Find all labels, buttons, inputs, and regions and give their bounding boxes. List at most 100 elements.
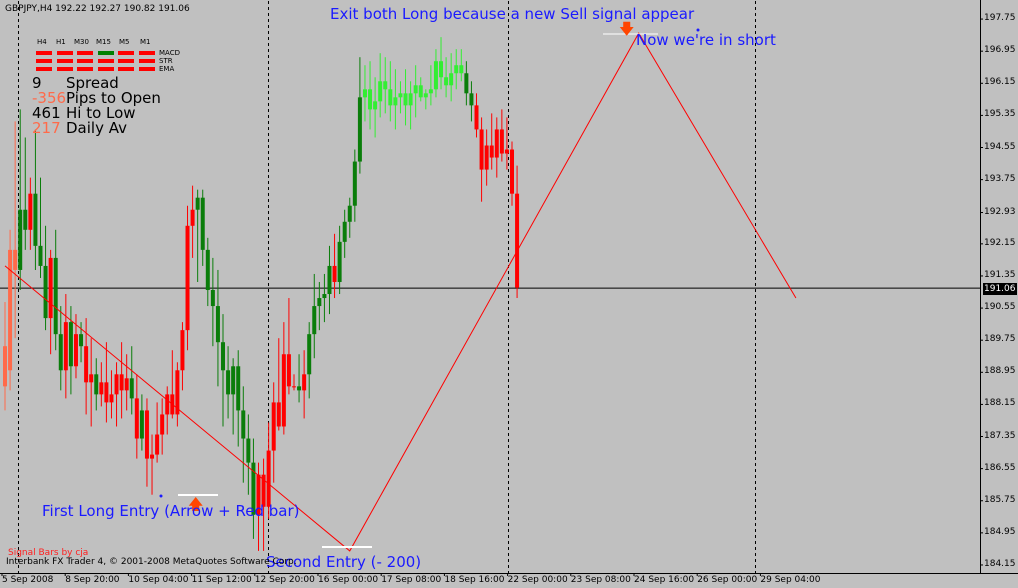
candle-body [439, 61, 444, 78]
candle-body [53, 257, 58, 335]
short-annotation: Now we're in short [636, 31, 776, 49]
candle-body [322, 294, 327, 299]
candle-body [489, 145, 494, 158]
price-tick-label: 196.15 [984, 77, 1016, 88]
candle-body [368, 89, 373, 110]
candle-body [99, 382, 104, 395]
candle-body [109, 394, 114, 403]
candle-body [433, 61, 438, 90]
candle-body [408, 93, 413, 106]
candle-body [378, 81, 383, 102]
price-tick-label: 195.35 [984, 109, 1016, 120]
time-tick-label: 22 Sep 00:00 [507, 575, 568, 585]
candle-body [13, 249, 18, 270]
candle-body [464, 73, 469, 94]
signal-cell [138, 67, 155, 71]
signal-cell [138, 51, 155, 55]
candle-body [373, 101, 378, 110]
markers: 🡅 🡇 [159, 20, 700, 548]
candle-body [342, 221, 347, 242]
signal-cell [97, 67, 114, 71]
candle-body [413, 85, 418, 94]
signal-cell [36, 51, 52, 55]
candle-body [68, 322, 73, 367]
time-tick-label: 5 Sep 2008 [2, 575, 54, 585]
candle-body [271, 402, 276, 451]
candle-body [317, 298, 322, 307]
candle-body [180, 330, 185, 371]
candle-body [195, 197, 200, 210]
time-tick-label: 11 Sep 12:00 [191, 575, 252, 585]
candle-body [215, 306, 220, 343]
candle-body [383, 81, 388, 90]
time-tick-label: 8 Sep 20:00 [65, 575, 120, 585]
price-tick-label: 187.35 [984, 430, 1016, 441]
candle-body [515, 193, 520, 288]
price-tick-label: 194.55 [984, 141, 1016, 152]
time-tick-label: 24 Sep 16:00 [634, 575, 695, 585]
candle-body [291, 386, 296, 388]
candle-body [444, 77, 449, 86]
candle-body [139, 410, 144, 439]
candle-body [428, 89, 433, 94]
symbol-info-line: GBPJPY,H4 192.22 192.27 190.82 191.06 [5, 4, 190, 14]
price-tick-label: 184.15 [984, 558, 1016, 569]
signal-cell [118, 67, 134, 71]
signal-cell [118, 59, 134, 63]
candle-body [84, 346, 89, 383]
candle-body [454, 65, 459, 74]
candle-body [337, 241, 342, 282]
stat-value: 217 [32, 119, 61, 137]
price-tick-label: 189.75 [984, 334, 1016, 345]
candle-body [144, 410, 149, 459]
timeframe-label: H4 [37, 38, 47, 46]
candle-body [221, 342, 226, 371]
price-tick-label: 196.95 [984, 45, 1016, 56]
candle-body [469, 93, 474, 106]
stat-row: 217 Daily Av [32, 119, 127, 137]
candle-body [210, 290, 215, 307]
annotation-dot [159, 494, 163, 498]
signal-cell [36, 59, 52, 63]
price-tick-label: 185.75 [984, 494, 1016, 505]
signal-cell [77, 51, 93, 55]
candle-body [352, 161, 357, 206]
candle-body [28, 193, 33, 230]
candle-body [226, 370, 231, 395]
candle-body [48, 257, 53, 319]
candle-body [94, 374, 99, 395]
candle-body [449, 73, 454, 86]
candle-body [155, 434, 160, 455]
candle-body [246, 438, 251, 463]
candle-body [114, 374, 119, 395]
price-tick-label: 184.95 [984, 526, 1016, 537]
candle-body [119, 374, 124, 391]
candle-body [205, 249, 210, 291]
candle-body [43, 265, 48, 319]
time-tick-label: 23 Sep 08:00 [570, 575, 631, 585]
time-tick-label: 16 Sep 00:00 [318, 575, 379, 585]
candle-body [104, 382, 109, 403]
candle-body [165, 394, 170, 415]
candle-body [129, 378, 134, 399]
time-tick-label: 10 Sep 04:00 [128, 575, 189, 585]
candle-body [236, 366, 241, 411]
candle-body [150, 454, 155, 459]
timeframe-label: M5 [119, 38, 130, 46]
timeframe-label: M15 [96, 38, 111, 46]
timeframe-label: H1 [56, 38, 66, 46]
candle-body [474, 105, 479, 130]
signal-cell [77, 59, 93, 63]
candle-body [504, 149, 509, 154]
timeframe-label: M30 [74, 38, 89, 46]
price-tick-label: 193.75 [984, 173, 1016, 184]
candle-body [200, 197, 205, 250]
candle-body [403, 93, 408, 106]
candle-body [160, 414, 165, 435]
candle-body [327, 265, 332, 295]
price-tick-label: 190.55 [984, 302, 1016, 313]
candle-body [8, 249, 13, 371]
time-tick-label: 29 Sep 04:00 [760, 575, 821, 585]
candle-body [134, 398, 139, 439]
candle-body [73, 334, 78, 367]
